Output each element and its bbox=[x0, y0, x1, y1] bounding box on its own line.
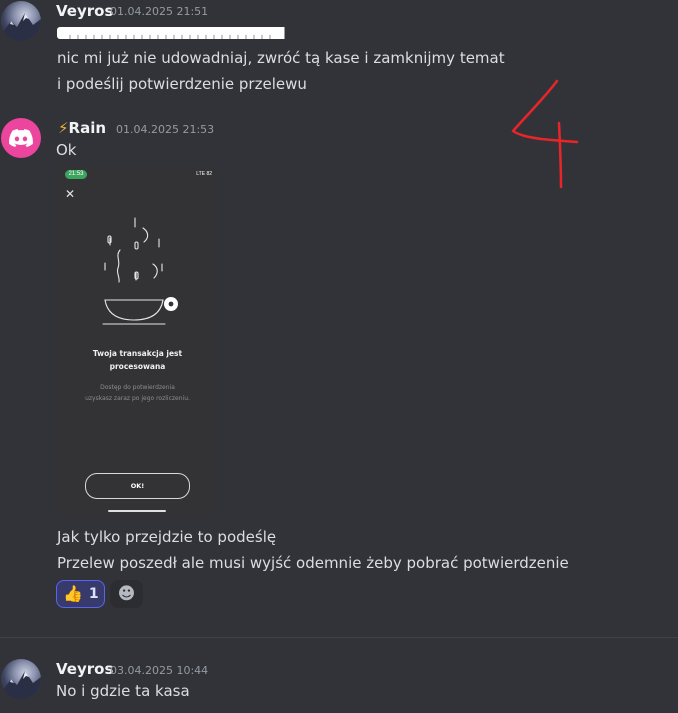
image-attachment[interactable]: 21:53 LTE 82 ✕ Twoja transakcja jest pro… bbox=[57, 167, 218, 517]
add-reaction-button[interactable]: ☻ bbox=[110, 580, 143, 608]
date-divider bbox=[0, 637, 678, 638]
status-time: 21:53 bbox=[65, 170, 87, 179]
thumbs-up-icon: 👍 bbox=[63, 584, 83, 603]
discord-logo-icon bbox=[9, 129, 33, 147]
message-text: Ok bbox=[56, 141, 77, 159]
phone-status-bar: 21:53 LTE 82 bbox=[57, 167, 218, 182]
author-name-text: Rain bbox=[68, 119, 107, 137]
mountain-avatar-icon bbox=[1, 13, 41, 41]
redacted-text bbox=[57, 27, 299, 39]
reaction-count: 1 bbox=[88, 586, 99, 602]
status-icons: LTE 82 bbox=[196, 171, 212, 177]
author-name[interactable]: ⚡Rain bbox=[58, 119, 106, 137]
avatar-veyros[interactable] bbox=[1, 1, 41, 41]
author-name[interactable]: Veyros bbox=[56, 2, 113, 20]
avatar-veyros[interactable] bbox=[1, 659, 41, 699]
lightning-bolt-icon: ⚡ bbox=[58, 119, 69, 137]
message-text: No i gdzie ta kasa bbox=[56, 682, 190, 700]
handwritten-annotation-drawing bbox=[511, 79, 579, 189]
ok-button[interactable]: OK! bbox=[85, 473, 190, 499]
coffee-cup-illustration-icon bbox=[102, 217, 178, 325]
transaction-title: Twoja transakcja jest procesowana bbox=[92, 349, 183, 371]
transaction-subtitle: Dostęp do potwierdzenia uzyskasz zaraz p… bbox=[85, 384, 190, 402]
message-text: Jak tylko przejdzie to podeślę bbox=[57, 528, 277, 546]
chat-message-list: Veyros 01.04.2025 21:51 nic mi już nie u… bbox=[0, 0, 678, 713]
message-timestamp: 03.04.2025 10:44 bbox=[110, 664, 209, 677]
author-name[interactable]: Veyros bbox=[56, 660, 113, 678]
mountain-avatar-icon bbox=[1, 671, 41, 699]
message-text: Przelew poszedł ale musi wyjść odemnie ż… bbox=[57, 554, 569, 572]
reaction-thumbs-up[interactable]: 👍 1 bbox=[56, 580, 105, 608]
message-text: nic mi już nie udowadniaj, zwróć tą kase… bbox=[57, 49, 505, 67]
message-text: i podeślij potwierdzenie przelewu bbox=[57, 75, 307, 93]
close-icon: ✕ bbox=[65, 187, 76, 201]
message-timestamp: 01.04.2025 21:53 bbox=[116, 123, 215, 136]
message-timestamp: 01.04.2025 21:51 bbox=[110, 5, 209, 18]
home-indicator bbox=[108, 510, 166, 512]
avatar-rain[interactable] bbox=[1, 118, 41, 158]
add-reaction-icon: ☻ bbox=[117, 583, 136, 604]
